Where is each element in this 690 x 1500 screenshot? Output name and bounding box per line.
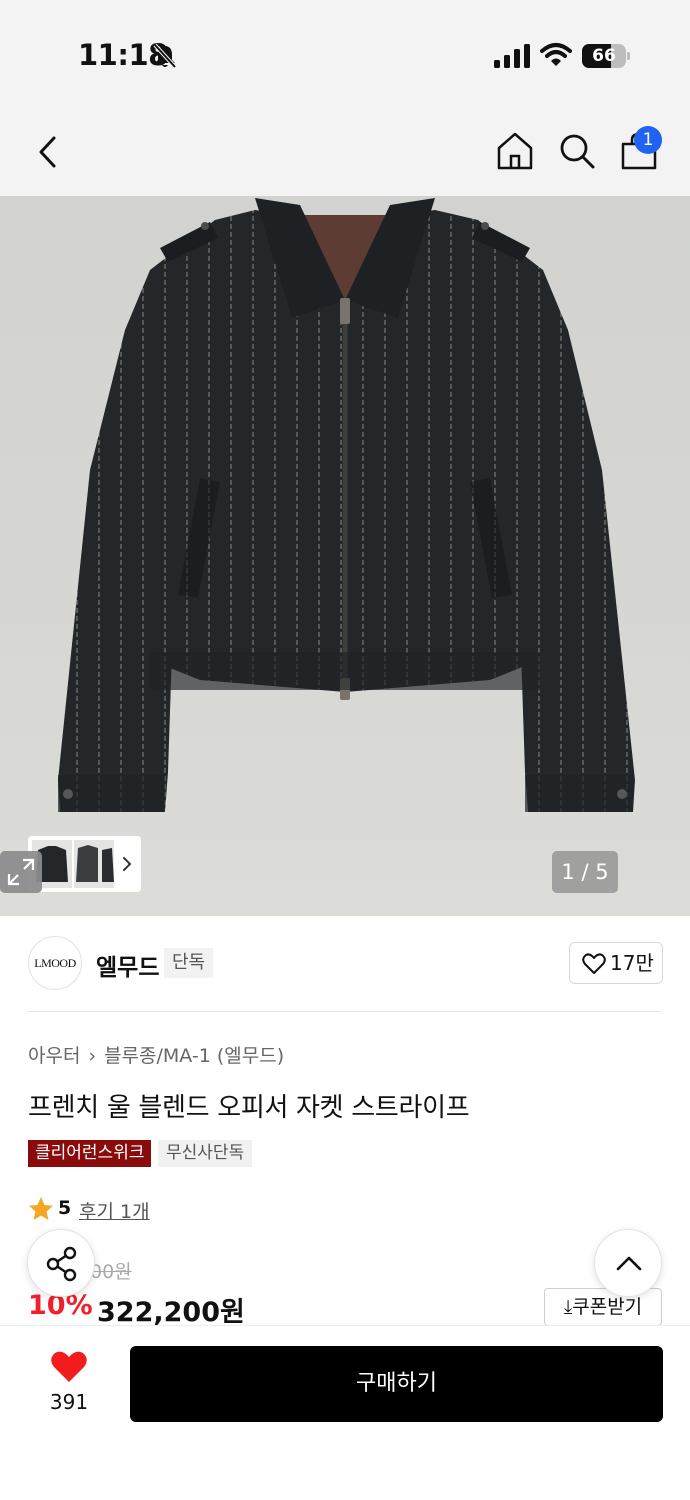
star-icon [29, 1197, 53, 1220]
chevron-up-icon [616, 1256, 642, 1271]
brand-like-button[interactable]: 17만 [569, 942, 663, 984]
search-icon[interactable] [556, 130, 598, 172]
signal-icon [494, 44, 530, 68]
download-icon: ⤓ [563, 1296, 573, 1318]
thumbnail-strip[interactable] [28, 836, 141, 892]
battery-icon: 66 [582, 44, 630, 68]
brand-logo[interactable]: LMOOD [28, 936, 82, 990]
product-image[interactable]: 1 / 5 [0, 196, 690, 916]
buy-button[interactable]: 구매하기 [130, 1346, 663, 1422]
wifi-icon [540, 43, 572, 66]
brand-like-count: 17만 [610, 951, 654, 975]
bell-off-icon [153, 43, 177, 69]
divider [28, 1011, 662, 1012]
bottom-action-bar: 391 구매하기 [0, 1325, 690, 1500]
promo-badge: 클리어런스위크 [28, 1140, 152, 1167]
heart-outline-icon [582, 953, 606, 974]
rating-value: 5 [58, 1197, 72, 1219]
home-icon[interactable] [494, 130, 536, 172]
back-icon[interactable] [30, 130, 70, 174]
jacket-photo [58, 198, 635, 812]
top-nav [0, 110, 690, 196]
original-price: 00원 [90, 1261, 132, 1283]
chevron-right-icon [123, 857, 132, 871]
product-title: 프렌치 울 블렌드 오피서 자켓 스트라이프 [28, 1093, 470, 1123]
battery-level: 66 [592, 46, 616, 66]
breadcrumb-item[interactable]: 아우터 [28, 1041, 80, 1068]
share-button[interactable] [27, 1229, 95, 1297]
share-icon [46, 1246, 77, 1282]
chevron-right-icon: › [88, 1045, 97, 1067]
brand-name[interactable]: 엘무드 [96, 948, 159, 982]
heart-filled-icon[interactable] [50, 1350, 88, 1384]
exclusive-badge: 무신사단독 [158, 1140, 253, 1167]
expand-icon[interactable] [0, 851, 42, 893]
breadcrumb: 아우터 › 블루종/MA-1 (엘무드) [28, 1041, 284, 1068]
status-bar: 11:18 66 [0, 0, 690, 110]
coupon-label: 쿠폰받기 [572, 1296, 643, 1318]
wish-count: 391 [49, 1390, 89, 1414]
image-counter: 1 / 5 [552, 851, 618, 893]
cart-count-badge: 1 [634, 126, 662, 154]
review-link[interactable]: 후기 1개 [79, 1197, 150, 1224]
breadcrumb-item[interactable]: 블루종/MA-1 (엘무드) [104, 1041, 284, 1068]
scroll-top-button[interactable] [594, 1229, 662, 1297]
exclusive-tag: 단독 [164, 948, 214, 978]
sale-price: 322,200원 [97, 1297, 245, 1328]
